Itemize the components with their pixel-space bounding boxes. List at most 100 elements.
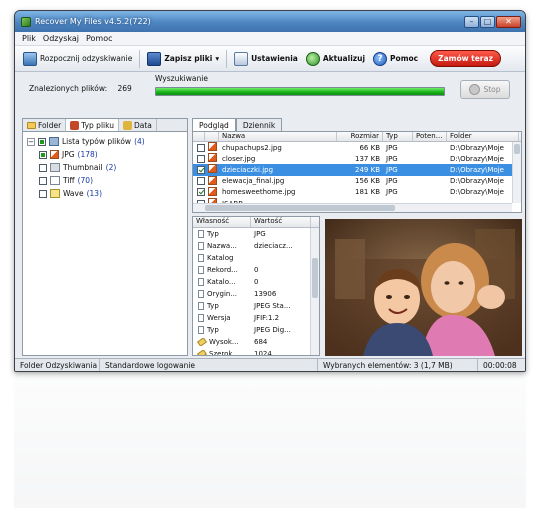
file-type: JPG <box>386 154 398 163</box>
file-type: JPG <box>386 143 398 152</box>
file-checkbox[interactable] <box>196 188 205 197</box>
col-value[interactable]: Wartość <box>251 217 311 227</box>
property-row[interactable]: Nazwa... dzieciacz... <box>193 240 319 252</box>
file-checkbox[interactable] <box>196 165 205 174</box>
property-name: Katalo... <box>207 278 236 286</box>
property-value: JPG <box>254 230 266 238</box>
save-icon <box>147 51 162 66</box>
chevron-down-icon[interactable]: ▾ <box>215 54 219 63</box>
property-row[interactable]: Typ JPG <box>193 228 319 240</box>
file-name: closer.jpg <box>222 154 256 163</box>
search-status: Wyszukiwanie <box>155 74 208 83</box>
tab-log[interactable]: Dziennik <box>235 118 283 131</box>
collapse-icon[interactable]: − <box>27 137 35 146</box>
file-checkbox[interactable] <box>196 143 205 152</box>
file-size: 156 KB <box>355 177 380 186</box>
file-list-scrollbar[interactable] <box>512 142 521 203</box>
property-row[interactable]: Typ JPEG Sta... <box>193 300 319 312</box>
document-icon <box>198 230 204 238</box>
tree-root[interactable]: − Lista typów plików (4) <box>27 135 183 148</box>
file-row[interactable]: homesweethome.jpg 181 KB JPG D:\Obrazy\Moje <box>193 186 521 198</box>
tree-item-checkbox[interactable] <box>39 176 47 185</box>
start-recovery-label: Rozpocznij odzyskiwanie <box>40 54 133 63</box>
start-recovery-button[interactable]: Rozpocznij odzyskiwanie <box>19 49 136 69</box>
file-row[interactable]: dzieciaczki.jpg 249 KB JPG D:\Obrazy\Moje <box>193 164 521 176</box>
property-name: Orygin... <box>207 290 238 298</box>
order-now-button[interactable]: Zamów teraz <box>430 50 501 67</box>
found-count: 269 <box>117 84 132 93</box>
col-type[interactable]: Typ <box>383 132 413 141</box>
status-mode: Standardowe logowanie <box>100 359 318 371</box>
menu-odzyskaj[interactable]: Odzyskaj <box>43 34 79 43</box>
properties-scrollbar[interactable] <box>310 228 319 355</box>
property-row[interactable]: Katalog <box>193 252 319 264</box>
jpg-file-icon <box>208 175 217 185</box>
status-bar: Folder Odzyskiwania Standardowe logowani… <box>15 358 525 371</box>
file-name: elewacja_final.jpg <box>222 177 285 186</box>
speaker-icon <box>50 189 60 198</box>
file-row[interactable]: closer.jpg 137 KB JPG D:\Obrazy\Moje <box>193 153 521 164</box>
menu-plik[interactable]: Plik <box>22 34 36 43</box>
col-potential[interactable]: Poten... <box>413 132 447 141</box>
tree-item-jpg[interactable]: JPG (178) <box>27 148 183 161</box>
tab-preview[interactable]: Podgląd <box>192 118 236 131</box>
file-checkbox[interactable] <box>196 154 205 163</box>
col-size[interactable]: Rozmiar <box>337 132 383 141</box>
settings-button[interactable]: Ustawienia <box>230 49 302 69</box>
property-value: 0 <box>254 266 259 274</box>
tree-item-checkbox[interactable] <box>39 163 47 172</box>
tree-item-tiff[interactable]: Tiff (70) <box>27 174 183 187</box>
property-row[interactable]: Typ JPEG Dig... <box>193 324 319 336</box>
status-selected: Wybranych elementów: 3 (1,7 MB) <box>318 359 478 371</box>
tree-item-checkbox[interactable] <box>39 150 47 159</box>
file-row[interactable]: elewacja_final.jpg 156 KB JPG D:\Obrazy\Moj… <box>193 175 521 187</box>
property-name: Typ <box>207 230 219 238</box>
property-value: JPEG Dig... <box>254 326 291 334</box>
menu-pomoc[interactable]: Pomoc <box>86 34 113 43</box>
minimize-button[interactable]: – <box>464 15 479 28</box>
tab-folder[interactable]: Folder <box>23 119 67 131</box>
document-icon <box>198 302 204 310</box>
stop-label: Stop <box>483 85 501 94</box>
maximize-button[interactable]: □ <box>480 15 495 28</box>
property-value: 13906 <box>254 290 277 298</box>
help-button[interactable]: ? Pomoc <box>369 49 422 69</box>
children-photo <box>325 219 522 356</box>
jpg-file-icon <box>208 186 217 196</box>
property-row[interactable]: Wysok... 684 <box>193 336 319 348</box>
file-folder: D:\Obrazy\Moje <box>450 154 504 163</box>
tab-file-type[interactable]: Typ pliku <box>66 119 119 131</box>
tree-item-wave[interactable]: Wave (13) <box>27 187 183 200</box>
file-folder: D:\Obrazy\Moje <box>450 177 504 186</box>
col-name[interactable]: Nazwa <box>219 132 337 141</box>
file-row[interactable]: chupachups2.jpg 66 KB JPG D:\Obrazy\Moje <box>193 142 521 153</box>
property-row[interactable]: Rekord... 0 <box>193 264 319 276</box>
property-value: 684 <box>254 338 268 346</box>
property-row[interactable]: Katalo... 0 <box>193 276 319 288</box>
col-folder[interactable]: Folder <box>447 132 519 141</box>
file-name: chupachups2.jpg <box>222 143 282 152</box>
file-checkbox[interactable] <box>196 177 205 186</box>
tree-root-checkbox[interactable] <box>38 137 46 146</box>
property-name: Typ <box>207 326 219 334</box>
title-bar[interactable]: Recover My Files v4.5.2(722) – □ ✕ <box>15 11 525 32</box>
update-button[interactable]: Aktualizuj <box>302 49 369 69</box>
list-icon <box>49 137 59 146</box>
file-list-hscrollbar[interactable] <box>193 203 512 212</box>
stop-button[interactable]: Stop <box>460 80 510 99</box>
ruler-icon <box>197 338 207 346</box>
document-icon <box>198 278 204 286</box>
property-row[interactable]: Wersja JFIF:1.2 <box>193 312 319 324</box>
file-list-header: Nazwa Rozmiar Typ Poten... Folder <box>193 132 521 142</box>
tree-item-count: (13) <box>86 189 102 198</box>
close-button[interactable]: ✕ <box>496 15 521 28</box>
tab-date[interactable]: Data <box>119 119 157 131</box>
settings-label: Ustawienia <box>251 54 298 63</box>
save-files-button[interactable]: Zapisz pliki ▾ <box>143 49 223 69</box>
col-property[interactable]: Własność <box>193 217 251 227</box>
property-row[interactable]: Orygin... 13906 <box>193 288 319 300</box>
found-label: Znalezionych plików: <box>29 84 108 93</box>
tree-item-thumbnail[interactable]: Thumbnail (2) <box>27 161 183 174</box>
property-row[interactable]: Szerok... 1024 <box>193 348 319 355</box>
tree-item-checkbox[interactable] <box>39 189 47 198</box>
